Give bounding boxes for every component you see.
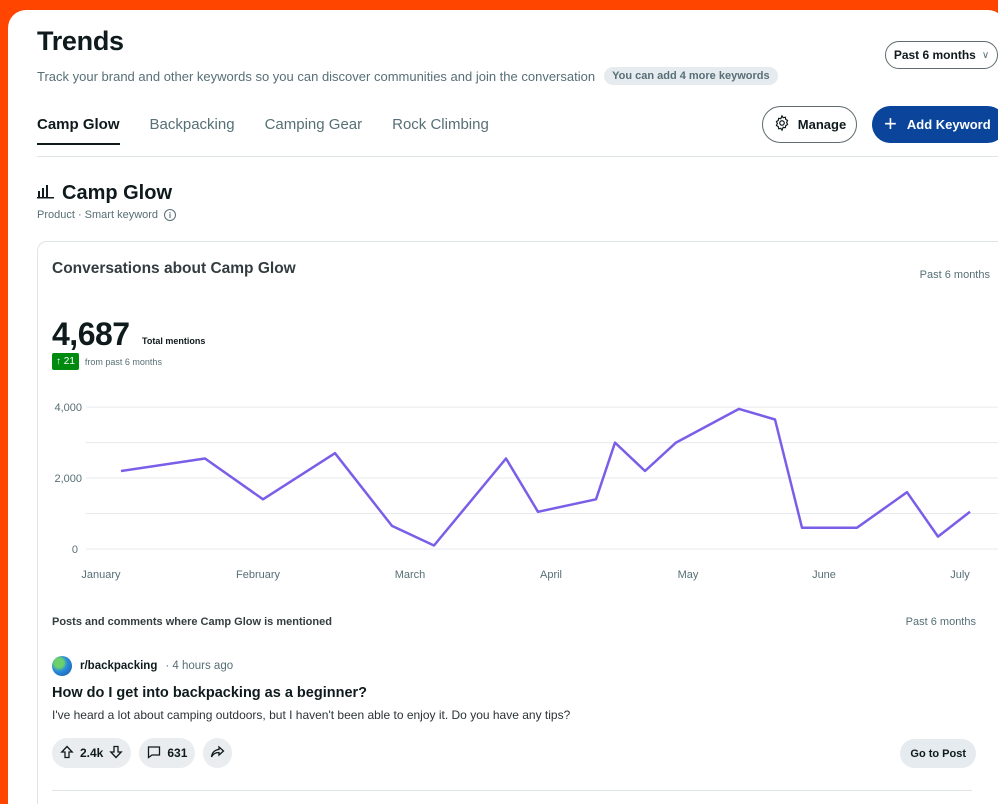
post-meta: r/backpacking · 4 hours ago (52, 656, 233, 676)
keyword-limit-badge: You can add 4 more keywords (604, 67, 778, 85)
x-tick-label: March (395, 569, 426, 581)
x-tick-label: April (540, 569, 562, 581)
x-tick-label: May (678, 569, 699, 581)
page-subtitle: Track your brand and other keywords so y… (37, 67, 778, 85)
page-title: Trends (37, 26, 124, 56)
x-tick-label: June (812, 569, 836, 581)
go-to-post-button[interactable]: Go to Post (900, 739, 976, 768)
tab-camp-glow[interactable]: Camp Glow (37, 116, 120, 145)
plus-icon: + (884, 110, 897, 136)
delta-badge: ↑ 21 (52, 353, 79, 370)
total-mentions-value: 4,687 (52, 316, 130, 352)
keyword-meta: Product · Smart keyword i (37, 209, 177, 221)
post-title[interactable]: How do I get into backpacking as a begin… (52, 685, 367, 701)
x-tick-label: January (81, 569, 121, 581)
period-dropdown[interactable]: Past 6 months ∨ (885, 41, 998, 69)
tab-backpacking[interactable]: Backpacking (150, 116, 235, 145)
add-keyword-label: Add Keyword (906, 117, 991, 132)
delta-label: from past 6 months (84, 356, 162, 367)
comments-button[interactable]: 631 (139, 738, 196, 768)
vote-control: 2.4k (52, 738, 132, 768)
comment-count: 631 (167, 746, 188, 760)
card-period: Past 6 months (919, 269, 990, 281)
tabs-divider (37, 156, 998, 157)
vote-count: 2.4k (80, 746, 104, 760)
tab-camping-gear[interactable]: Camping Gear (265, 116, 363, 145)
mentions-series-line (120, 407, 971, 547)
gear-icon (773, 114, 791, 135)
bar-chart-icon (37, 183, 54, 204)
add-keyword-button[interactable]: + Add Keyword (872, 106, 998, 143)
posts-heading: Posts and comments where Camp Glow is me… (52, 616, 332, 628)
card-title: Conversations about Camp Glow (52, 260, 296, 277)
subreddit-link[interactable]: r/backpacking (80, 660, 157, 672)
post-timestamp: · 4 hours ago (165, 660, 234, 672)
chevron-down-icon: ∨ (981, 49, 990, 61)
keyword-name: Camp Glow (62, 182, 173, 204)
y-tick-label: 2,000 (54, 473, 82, 485)
upvote-icon[interactable] (60, 745, 74, 762)
posts-period: Past 6 months (905, 616, 976, 628)
x-tick-label: July (950, 569, 970, 581)
period-dropdown-label: Past 6 months (893, 48, 976, 62)
comment-icon (147, 745, 161, 762)
share-button[interactable] (203, 738, 233, 768)
arrow-up-icon: ↑ (56, 356, 61, 367)
keyword-meta-text: Product · Smart keyword (37, 209, 159, 221)
mentions-line-chart: 0 2,000 4,000 January February March April May J… (54, 402, 998, 581)
downvote-icon[interactable] (109, 745, 124, 762)
subtitle-text: Track your brand and other keywords so y… (37, 68, 596, 84)
conversations-card: Conversations about Camp Glow Past 6 mon… (37, 241, 998, 804)
tab-rock-climbing[interactable]: Rock Climbing (392, 116, 489, 145)
y-tick-label: 4,000 (54, 402, 82, 414)
keyword-tabs: Camp Glow Backpacking Camping Gear Rock … (37, 116, 519, 145)
delta-value: 21 (63, 356, 75, 367)
post-actions: 2.4k 631 (52, 738, 233, 768)
trends-panel: Trends Track your brand and other keywor… (8, 10, 998, 804)
share-icon (210, 745, 225, 762)
post-divider (52, 790, 972, 791)
manage-button-label: Manage (797, 117, 847, 132)
keyword-heading: Camp Glow (37, 182, 172, 205)
subreddit-avatar[interactable] (52, 656, 72, 676)
total-mentions-label: Total mentions (142, 336, 206, 346)
manage-button[interactable]: Manage (762, 106, 857, 143)
x-tick-label: February (236, 569, 281, 581)
y-tick-label: 0 (72, 544, 78, 556)
info-icon[interactable]: i (164, 209, 177, 221)
mentions-delta: ↑ 21 from past 6 months (52, 353, 162, 370)
post-body: I've heard a lot about camping outdoors,… (52, 708, 571, 722)
